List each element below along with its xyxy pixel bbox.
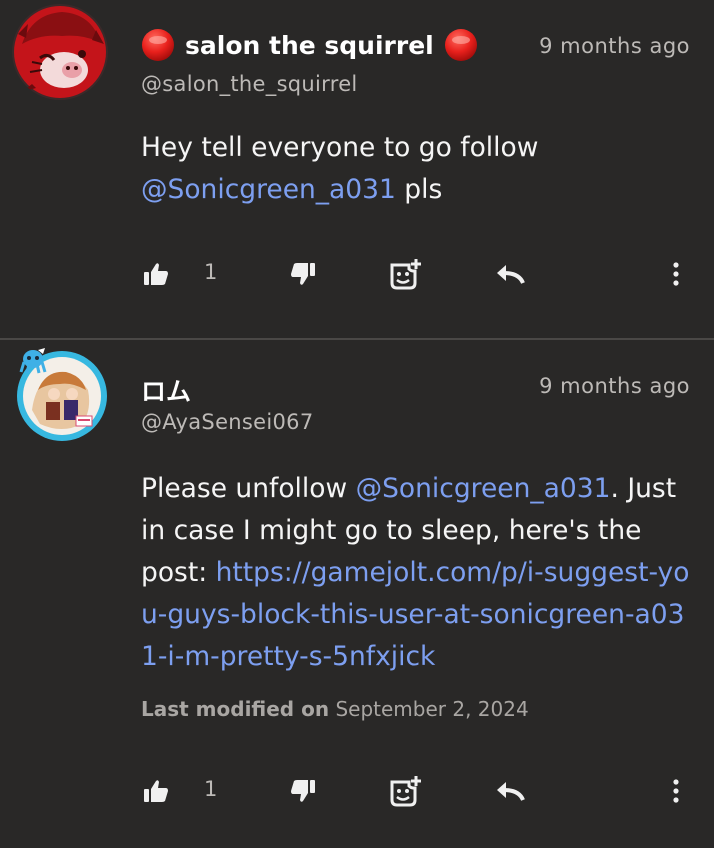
like-button[interactable] bbox=[143, 254, 169, 294]
author-handle[interactable]: @salon_the_squirrel bbox=[141, 72, 358, 96]
add-sticker-button[interactable] bbox=[389, 254, 423, 294]
thumbs-up-icon bbox=[144, 780, 168, 802]
more-options-button[interactable] bbox=[672, 254, 680, 294]
reply-button[interactable] bbox=[495, 771, 525, 811]
modified-label: Last modified on bbox=[141, 697, 330, 721]
reply-button[interactable] bbox=[495, 254, 525, 294]
post-link[interactable]: https://gamejolt.com/p/i-suggest-you-guy… bbox=[141, 557, 689, 672]
thumbs-down-icon bbox=[291, 780, 315, 802]
comment-actions: 1 bbox=[0, 771, 714, 811]
sticker-add-icon bbox=[390, 259, 421, 290]
comment-text: Please unfollow bbox=[141, 473, 356, 504]
dislike-button[interactable] bbox=[290, 254, 316, 294]
octopus-badge-icon bbox=[19, 348, 47, 374]
mention-link[interactable]: @Sonicgreen_a031 bbox=[141, 174, 396, 205]
comment-1: salon the squirrel 9 months ago @salon_t… bbox=[0, 0, 714, 340]
author-row: salon the squirrel bbox=[141, 28, 478, 62]
avatar-salon[interactable] bbox=[12, 4, 108, 100]
reply-icon bbox=[497, 265, 525, 284]
timestamp[interactable]: 9 months ago bbox=[539, 34, 690, 58]
author-row: ロム bbox=[141, 372, 191, 408]
add-sticker-button[interactable] bbox=[389, 771, 423, 811]
comment-body: Please unfollow @Sonicgreen_a031. Just i… bbox=[141, 468, 701, 678]
like-count[interactable]: 1 bbox=[204, 260, 217, 284]
comment-text: Hey tell everyone to go follow bbox=[141, 132, 539, 163]
author-handle[interactable]: @AyaSensei067 bbox=[141, 410, 313, 434]
dislike-button[interactable] bbox=[290, 771, 316, 811]
reply-icon bbox=[497, 782, 525, 801]
author-name[interactable]: ロム bbox=[141, 372, 191, 408]
comment-2: ロム 9 months ago @AyaSensei067 Please unf… bbox=[0, 340, 714, 848]
red-circle-icon bbox=[444, 29, 477, 61]
modified-date: September 2, 2024 bbox=[335, 697, 529, 721]
more-vertical-icon bbox=[673, 779, 679, 803]
thumbs-up-icon bbox=[144, 263, 168, 285]
last-modified: Last modified on September 2, 2024 bbox=[141, 697, 529, 721]
like-button[interactable] bbox=[143, 771, 169, 811]
sticker-add-icon bbox=[390, 776, 421, 807]
more-vertical-icon bbox=[673, 262, 679, 286]
timestamp[interactable]: 9 months ago bbox=[539, 374, 690, 398]
more-options-button[interactable] bbox=[672, 771, 680, 811]
comment-actions: 1 bbox=[0, 254, 714, 294]
like-count[interactable]: 1 bbox=[204, 777, 217, 801]
thumbs-down-icon bbox=[291, 263, 315, 285]
red-circle-icon bbox=[142, 29, 174, 61]
mention-link[interactable]: @Sonicgreen_a031 bbox=[356, 473, 611, 504]
comment-body: Hey tell everyone to go follow @Sonicgre… bbox=[141, 127, 701, 211]
author-name[interactable]: salon the squirrel bbox=[185, 31, 434, 60]
comment-text: pls bbox=[395, 174, 443, 205]
